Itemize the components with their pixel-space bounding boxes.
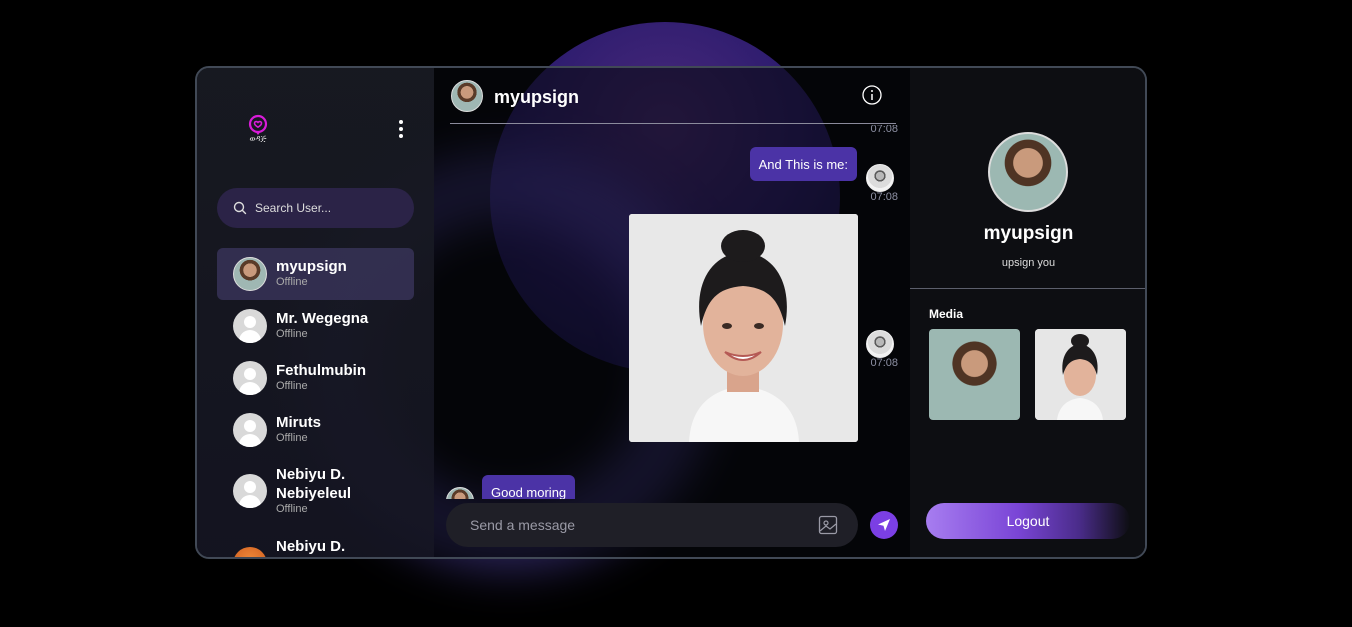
send-icon [878, 519, 890, 531]
divider [910, 288, 1145, 289]
chat-title: myupsign [494, 87, 580, 107]
avatar [233, 257, 267, 291]
woman-thumbnail-image [1035, 329, 1126, 420]
avatar-placeholder [233, 309, 267, 343]
logout-button[interactable]: Logout [926, 503, 1130, 539]
contact-name: Miruts [276, 414, 321, 431]
contact-item[interactable]: Miruts Offline [217, 404, 414, 456]
message-image[interactable] [629, 214, 858, 442]
search-icon [233, 201, 247, 215]
contact-name: Mr. Wegegna [276, 310, 369, 327]
image-attach-icon[interactable] [818, 515, 838, 535]
logo-text: ወዳጅ [249, 134, 267, 143]
kebab-dot [399, 134, 403, 138]
chat-app-window: ወዳጅ myupsign Offline [195, 66, 1147, 559]
avatar [233, 547, 267, 557]
contact-name: myupsign [276, 258, 347, 275]
avatar-placeholder [233, 474, 267, 508]
profile-avatar [988, 132, 1068, 212]
avatar-einstein [866, 330, 894, 358]
woman-portrait-image [629, 214, 858, 442]
avatar-placeholder [233, 413, 267, 447]
message-timestamp: 07:08 [870, 191, 898, 203]
contact-status: Offline [276, 276, 308, 288]
contact-item[interactable]: myupsign Offline [217, 248, 414, 300]
info-icon[interactable] [862, 85, 882, 105]
avatar-einstein [866, 164, 894, 192]
chat-panel: myupsign 07:08 And This is me: 07:08 07:… [434, 68, 910, 557]
message-list[interactable]: 07:08 And This is me: 07:08 07:08 Good m… [434, 125, 910, 499]
contact-status: Offline [276, 503, 308, 515]
message-bubble-out: And This is me: [749, 147, 857, 181]
contact-item[interactable]: Nebiyu D. Nebiyeleul Offline [217, 456, 414, 528]
contact-status: Offline [276, 328, 308, 340]
avatar-placeholder [233, 361, 267, 395]
contact-item[interactable]: Nebiyu D. [217, 528, 414, 557]
contact-item[interactable]: Mr. Wegegna Offline [217, 300, 414, 352]
send-button[interactable] [870, 511, 898, 539]
message-timestamp: 07:08 [870, 125, 898, 135]
kebab-dot [399, 120, 403, 124]
contact-item[interactable]: Fethulmubin Offline [217, 352, 414, 404]
media-label: Media [929, 307, 964, 321]
kebab-dot [399, 127, 403, 131]
heart-pin-logo-icon [248, 114, 268, 135]
message-bubble-in: Good moring [482, 475, 576, 499]
avatar [446, 487, 474, 499]
contact-list: myupsign Offline Mr. Wegegna Offline Fet… [217, 248, 414, 557]
chat-header: myupsign [450, 80, 896, 124]
contact-name: Fethulmubin [276, 362, 366, 379]
avatar[interactable] [451, 80, 483, 112]
message-composer [446, 503, 858, 547]
message-timestamp: 07:08 [870, 357, 898, 369]
search-input[interactable] [255, 201, 405, 215]
kebab-menu-button[interactable] [395, 120, 407, 138]
message-input[interactable] [470, 517, 800, 533]
contact-name: Nebiyu D. Nebiyeleul [276, 466, 352, 502]
search-box [217, 188, 414, 228]
contact-status: Offline [276, 380, 308, 392]
app-logo[interactable]: ወዳጅ [247, 114, 269, 144]
media-thumbnail[interactable] [929, 329, 1020, 420]
profile-name: myupsign [983, 223, 1074, 244]
profile-panel: myupsign upsign you Media Logout [910, 68, 1145, 557]
contact-status: Offline [276, 432, 308, 444]
contact-name: Nebiyu D. [276, 538, 346, 555]
profile-bio: upsign you [1001, 257, 1056, 269]
media-thumbnail[interactable] [1035, 329, 1126, 420]
sidebar: ወዳጅ myupsign Offline [197, 68, 434, 557]
